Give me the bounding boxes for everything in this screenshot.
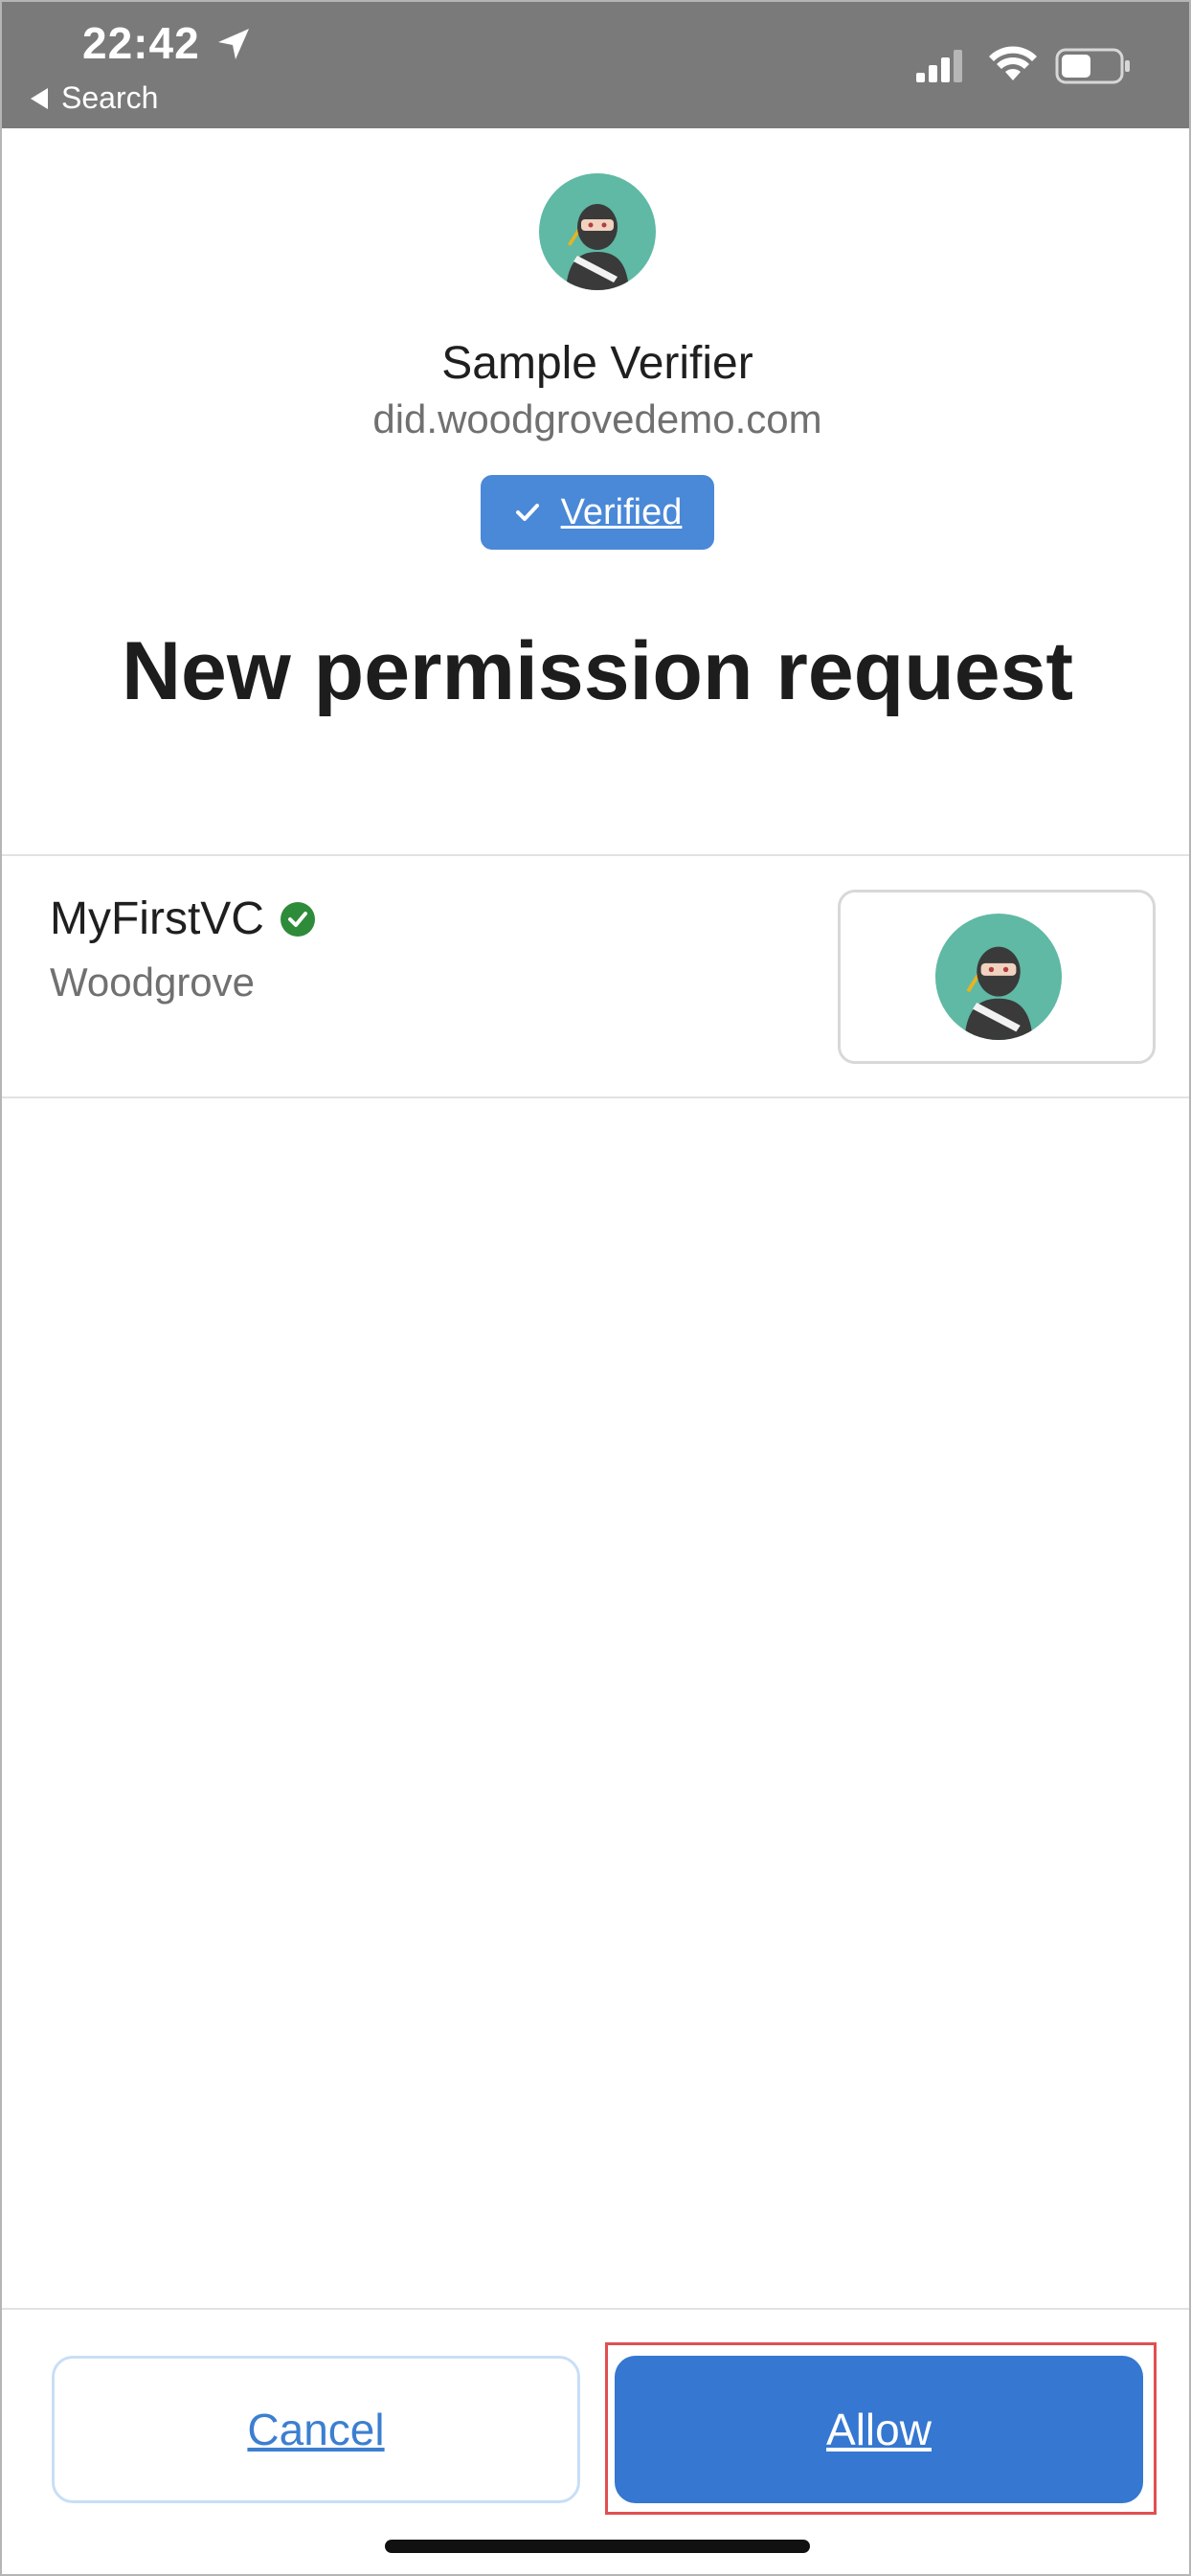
location-arrow-icon (218, 29, 249, 59)
credential-issuer: Woodgrove (50, 960, 256, 1005)
verifier-name: Sample Verifier (441, 338, 753, 389)
action-bar-divider (2, 2308, 1189, 2310)
verified-label: Verified (560, 491, 683, 532)
credential-card[interactable] (838, 890, 1156, 1064)
wifi-icon (989, 46, 1037, 80)
home-indicator[interactable] (385, 2540, 810, 2553)
allow-button[interactable]: Allow (615, 2356, 1143, 2503)
back-link-label: Search (61, 80, 159, 115)
page-title: New permission request (121, 625, 1074, 717)
divider (2, 854, 1189, 856)
permission-request-screen: 22:42 Search Sample Verifier did.woodgro… (0, 0, 1191, 2576)
ninja-avatar-icon (566, 204, 629, 290)
status-time: 22:42 (82, 18, 200, 68)
ninja-avatar-icon (964, 946, 1033, 1040)
credential-name-row: MyFirstVC (50, 893, 316, 945)
battery-icon (1055, 48, 1130, 84)
credential-name: MyFirstVC (50, 893, 264, 944)
verifier-logo (539, 173, 656, 290)
verifier-domain: did.woodgrovedemo.com (372, 396, 822, 441)
back-to-search-link[interactable]: Search (31, 80, 158, 116)
divider (2, 1096, 1189, 1098)
back-arrow-icon (31, 87, 48, 109)
status-bar: 22:42 Search (2, 2, 1189, 128)
verified-badge[interactable]: Verified (481, 475, 714, 550)
verified-check-icon (280, 901, 315, 937)
cellular-signal-icon (916, 50, 962, 82)
credential-card-logo (935, 914, 1062, 1040)
checkmark-icon (515, 504, 539, 521)
cancel-button[interactable]: Cancel (52, 2356, 580, 2503)
